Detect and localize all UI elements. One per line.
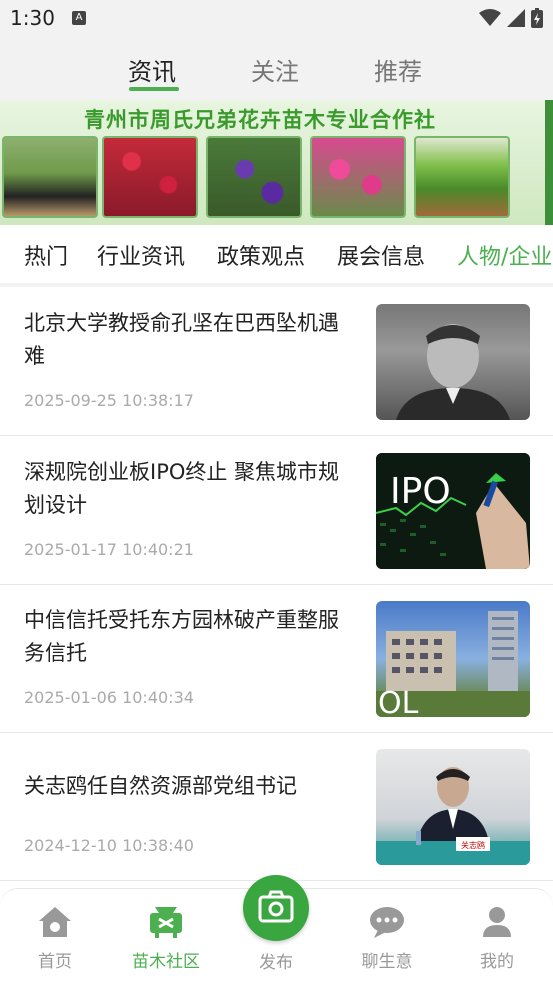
article-thumbnail: OL: [376, 601, 530, 717]
nav-profile[interactable]: 我的: [457, 905, 537, 972]
article-item[interactable]: 深规院创业板IPO终止 聚焦城市规划设计 2025-01-17 10:40:21…: [0, 436, 553, 585]
tab-news[interactable]: 资讯: [128, 52, 176, 87]
article-item[interactable]: 中信信托受托东方园林破产重整服务信托 2025-01-06 10:40:34 O…: [0, 584, 553, 733]
article-item[interactable]: 北京大学教授俞孔坚在巴西坠机遇难 2025-09-25 10:38:17: [0, 287, 553, 436]
home-icon: [39, 907, 71, 937]
article-thumbnail: IPO: [376, 453, 530, 569]
meeting-icon: 关志鸥: [376, 767, 530, 865]
user-icon: [483, 907, 511, 937]
category-exhibitions[interactable]: 展会信息: [337, 239, 425, 271]
banner-title: 青州市周氏兄弟花卉苗木专业合作社: [84, 108, 436, 132]
article-title: 北京大学教授俞孔坚在巴西坠机遇难: [24, 311, 339, 368]
notification-icon: A: [72, 11, 86, 25]
ipo-chart-icon: IPO: [376, 453, 530, 569]
banner-photo-pink-flowers: [310, 136, 406, 218]
article-title: 关志鸥任自然资源部党组书记: [24, 774, 297, 798]
status-bar: 1:30 A: [0, 0, 553, 38]
battery-icon: [531, 8, 543, 28]
article-title: 中信信托受托东方园林破产重整服务信托: [24, 608, 339, 665]
building-sign-text: OL: [378, 686, 419, 717]
nav-community-label: 苗木社区: [132, 952, 200, 972]
ad-banner[interactable]: 青州市周氏兄弟花卉苗木专业合作社: [0, 100, 553, 225]
article-item[interactable]: 关志鸥任自然资源部党组书记 2024-12-10 10:38:40 关志鸥: [0, 732, 553, 881]
community-icon: [150, 907, 182, 938]
building-icon: OL: [376, 611, 530, 717]
status-time: 1:30: [10, 6, 55, 30]
category-people-enterprise[interactable]: 人物/企业: [457, 239, 552, 271]
nav-home-label: 首页: [38, 952, 72, 972]
signal-icon: [507, 9, 525, 27]
article-thumbnail: 关志鸥: [376, 749, 530, 865]
tab-recommend[interactable]: 推荐: [374, 52, 422, 87]
nav-home[interactable]: 首页: [15, 905, 95, 972]
nav-community[interactable]: 苗木社区: [126, 905, 206, 972]
article-date: 2025-09-25 10:38:17: [24, 391, 194, 410]
nav-chat-label: 聊生意: [361, 952, 413, 972]
ipo-text: IPO: [390, 471, 451, 512]
banner-photo-seedlings: [2, 136, 98, 218]
portrait-icon: [396, 324, 510, 420]
banner-photo-grass-pots: [414, 136, 510, 218]
nav-publish-label: 发布: [259, 953, 293, 973]
article-thumbnail: [376, 304, 530, 420]
article-date: 2025-01-06 10:40:34: [24, 688, 194, 707]
top-tabs: 资讯 关注 推荐: [0, 38, 553, 100]
nav-chat[interactable]: 聊生意: [347, 905, 427, 972]
article-date: 2024-12-10 10:38:40: [24, 836, 194, 855]
banner-photo-purple-flowers: [206, 136, 302, 218]
article-title: 深规院创业板IPO终止 聚焦城市规划设计: [24, 460, 340, 517]
name-card-text: 关志鸥: [461, 840, 485, 850]
tab-follow[interactable]: 关注: [251, 52, 299, 87]
category-policy[interactable]: 政策观点: [217, 239, 305, 271]
publish-button[interactable]: [243, 875, 309, 941]
category-tabs: 热门 行业资讯 政策观点 展会信息 人物/企业: [0, 225, 553, 284]
tab-active-indicator: [129, 87, 179, 91]
banner-photo-red-flowers: [102, 136, 198, 218]
chat-icon: [370, 907, 404, 938]
camera-icon: [258, 890, 294, 923]
wifi-icon: [479, 9, 501, 26]
nav-profile-label: 我的: [480, 952, 514, 972]
category-hot[interactable]: 热门: [24, 239, 68, 271]
category-industry-news[interactable]: 行业资讯: [97, 239, 185, 271]
banner-edge: [545, 100, 553, 225]
article-date: 2025-01-17 10:40:21: [24, 540, 194, 559]
system-icons: [479, 8, 543, 28]
